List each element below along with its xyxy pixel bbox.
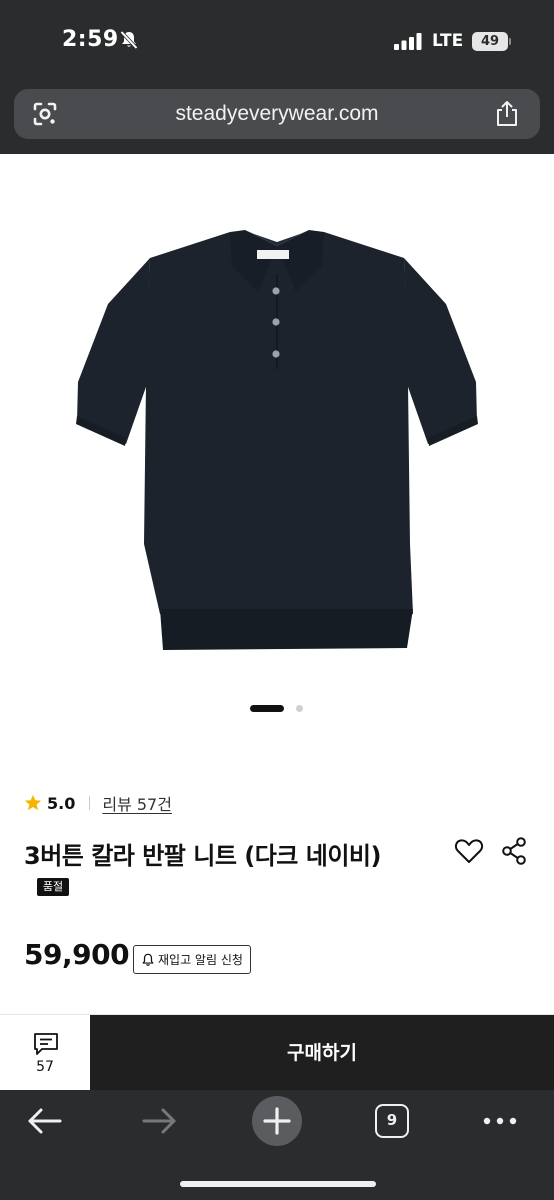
product-title: 3버튼 칼라 반팔 니트 (다크 네이비) xyxy=(24,842,381,870)
wishlist-heart-icon[interactable] xyxy=(454,837,484,865)
new-tab-button[interactable] xyxy=(252,1096,302,1146)
network-type: LTE xyxy=(432,31,464,51)
home-indicator[interactable] xyxy=(180,1181,376,1187)
star-icon xyxy=(24,794,42,811)
status-time: 2:59 xyxy=(62,27,119,52)
restock-alert-label: 재입고 알림 신청 xyxy=(158,953,243,967)
buy-button[interactable]: 구매하기 xyxy=(90,1015,554,1091)
carousel-dot-active[interactable] xyxy=(250,705,284,712)
browser-top-chrome: 2:59 LTE 49 steadyeverywear.com xyxy=(0,0,554,154)
plus-icon xyxy=(263,1107,291,1135)
product-price: 59,900 xyxy=(24,938,130,971)
carousel-dot[interactable] xyxy=(296,705,303,712)
forward-arrow-icon[interactable] xyxy=(140,1104,180,1138)
review-count: 57 xyxy=(36,1059,54,1075)
silent-mode-icon xyxy=(120,30,138,50)
bell-icon xyxy=(142,953,154,966)
tab-switcher-button[interactable]: 9 xyxy=(375,1104,409,1138)
review-count-button[interactable]: 57 xyxy=(0,1015,90,1091)
review-chat-icon xyxy=(34,1033,58,1055)
share-icon[interactable] xyxy=(494,100,520,128)
restock-alert-button[interactable]: 재입고 알림 신청 xyxy=(133,945,251,974)
rating-row: 5.0 리뷰 57건 xyxy=(24,792,172,814)
purchase-bar: 57 구매하기 xyxy=(0,1014,554,1091)
image-carousel-indicator[interactable] xyxy=(0,704,554,714)
battery-indicator: 49 xyxy=(472,32,508,51)
polo-knit-shirt-image xyxy=(76,230,478,650)
share-nodes-icon[interactable] xyxy=(501,836,527,866)
address-bar[interactable]: steadyeverywear.com xyxy=(14,89,540,139)
url-text[interactable]: steadyeverywear.com xyxy=(14,102,540,126)
battery-tip xyxy=(509,38,511,45)
rating-value: 5.0 xyxy=(47,793,76,813)
status-bar: 2:59 LTE 49 xyxy=(0,0,554,84)
divider xyxy=(89,796,91,810)
reviews-link[interactable]: 리뷰 57건 xyxy=(102,791,172,815)
more-menu-icon[interactable] xyxy=(480,1110,520,1132)
product-image[interactable] xyxy=(0,154,554,744)
sold-out-badge: 품절 xyxy=(37,878,69,896)
cellular-signal-icon xyxy=(394,33,422,50)
back-arrow-icon[interactable] xyxy=(24,1104,64,1138)
